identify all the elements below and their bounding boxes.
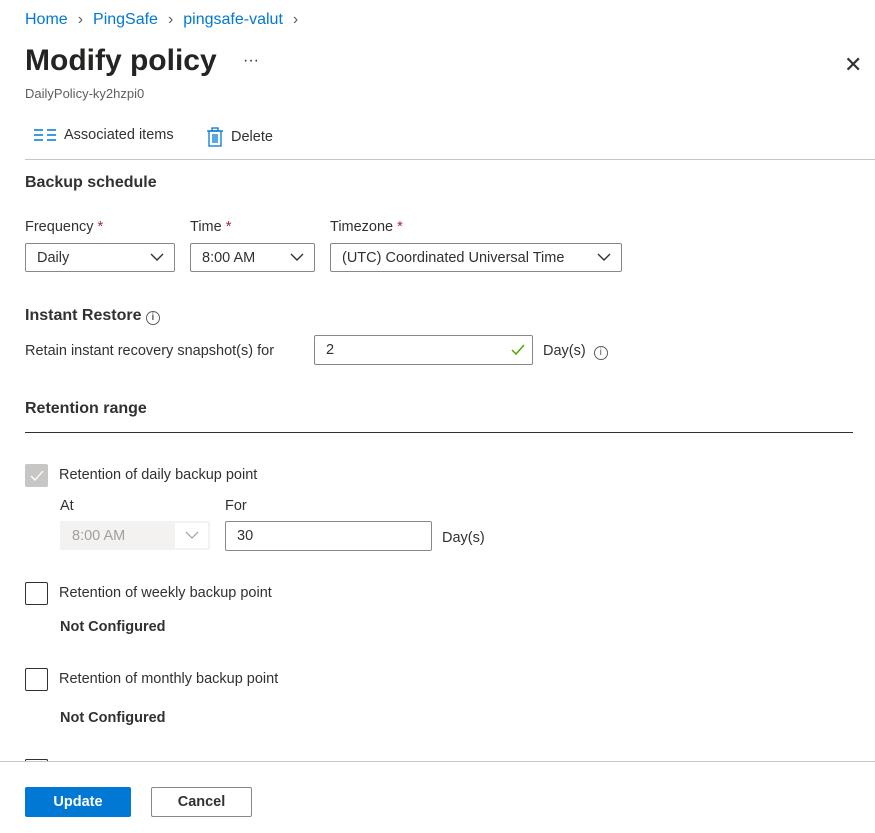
- timezone-dropdown[interactable]: (UTC) Coordinated Universal Time: [330, 243, 622, 272]
- retain-snapshot-input[interactable]: 2: [314, 335, 533, 365]
- associated-items-label: Associated items: [64, 127, 174, 143]
- delete-button[interactable]: Delete: [207, 127, 273, 147]
- weekly-status: Not Configured: [60, 619, 166, 635]
- days-unit: Day(s) i: [543, 343, 608, 360]
- backup-schedule-heading: Backup schedule: [25, 174, 157, 191]
- breadcrumb-pingsafe[interactable]: PingSafe: [93, 11, 158, 29]
- for-label: For: [225, 498, 247, 514]
- daily-for-input[interactable]: 30: [225, 521, 432, 551]
- monthly-retention-checkbox[interactable]: [25, 668, 48, 691]
- trash-icon: [207, 127, 223, 147]
- timezone-value: (UTC) Coordinated Universal Time: [342, 249, 565, 266]
- checkmark-icon: [30, 470, 44, 481]
- info-icon[interactable]: i: [145, 311, 160, 325]
- time-dropdown[interactable]: 8:00 AM: [190, 243, 315, 272]
- list-icon: [34, 129, 56, 141]
- frequency-dropdown[interactable]: Daily: [25, 243, 175, 272]
- chevron-down-icon: [597, 253, 611, 261]
- update-button[interactable]: Update: [25, 787, 131, 817]
- daily-at-dropdown[interactable]: 8:00 AM: [60, 521, 210, 550]
- retain-snapshot-value: 2: [326, 342, 335, 358]
- footer-divider: [0, 761, 875, 762]
- time-label: Time *: [190, 219, 232, 235]
- time-value: 8:00 AM: [202, 249, 256, 266]
- timezone-label: Timezone *: [330, 219, 403, 235]
- chevron-down-icon: [185, 531, 199, 539]
- breadcrumb-vault[interactable]: pingsafe-valut: [183, 11, 283, 29]
- weekly-retention-label: Retention of weekly backup point: [59, 585, 272, 601]
- retention-range-heading: Retention range: [25, 400, 147, 417]
- delete-label: Delete: [231, 129, 273, 145]
- at-label: At: [60, 498, 74, 514]
- checkmark-icon: [511, 344, 525, 356]
- info-icon[interactable]: i: [593, 346, 608, 360]
- weekly-retention-checkbox[interactable]: [25, 582, 48, 605]
- chevron-right-icon: ›: [167, 11, 174, 28]
- monthly-retention-label: Retention of monthly backup point: [59, 671, 279, 687]
- monthly-status: Not Configured: [60, 710, 166, 726]
- chevron-right-icon: ›: [292, 11, 299, 28]
- chevron-right-icon: ›: [77, 11, 84, 28]
- frequency-label: Frequency *: [25, 219, 104, 235]
- more-options-button[interactable]: ···: [243, 52, 259, 70]
- cancel-button[interactable]: Cancel: [151, 787, 252, 817]
- policy-name: DailyPolicy-ky2hzpi0: [25, 86, 145, 101]
- daily-retention-label: Retention of daily backup point: [59, 467, 258, 483]
- daily-for-value: 30: [237, 528, 254, 544]
- chevron-down-icon: [290, 253, 304, 261]
- close-button[interactable]: ✕: [844, 52, 862, 78]
- associated-items-button[interactable]: Associated items: [34, 127, 174, 143]
- page-title: Modify policy: [25, 44, 217, 77]
- chevron-down-icon: [150, 253, 164, 261]
- divider: [25, 159, 875, 160]
- frequency-value: Daily: [37, 249, 70, 266]
- daily-retention-checkbox[interactable]: [25, 464, 48, 487]
- divider: [25, 432, 853, 433]
- breadcrumb: Home › PingSafe › pingsafe-valut ›: [25, 11, 298, 29]
- instant-restore-heading: Instant Restore i: [25, 307, 160, 325]
- retain-snapshot-label: Retain instant recovery snapshot(s) for: [25, 343, 275, 359]
- daily-days-unit: Day(s): [442, 530, 485, 546]
- daily-at-value: 8:00 AM: [72, 527, 126, 544]
- breadcrumb-home[interactable]: Home: [25, 11, 68, 29]
